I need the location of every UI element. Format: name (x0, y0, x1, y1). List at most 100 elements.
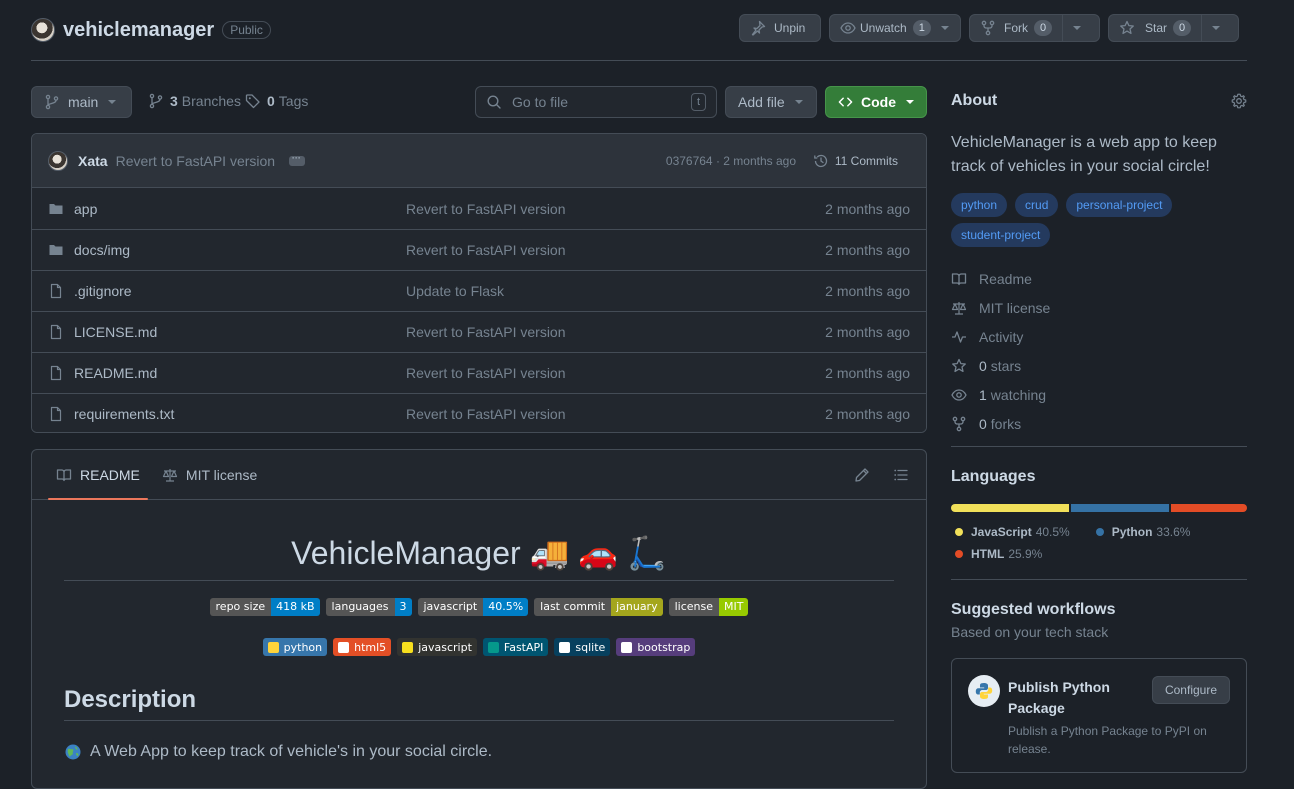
tags-link[interactable]: 0 Tags (245, 93, 308, 109)
watching-link[interactable]: 1 watching (951, 380, 1247, 409)
star-button[interactable]: Star 0 (1109, 15, 1201, 41)
unwatch-button[interactable]: Unwatch 1 (829, 14, 961, 42)
add-file-button[interactable]: Add file (725, 86, 817, 118)
file-name[interactable]: README.md (74, 365, 157, 381)
shield-badge[interactable]: repo size 418 kB (209, 598, 320, 616)
tab-readme[interactable]: README (48, 450, 148, 500)
file-row[interactable]: docs/img Revert to FastAPI version 2 month… (32, 229, 926, 270)
topic-tag[interactable]: python (951, 193, 1008, 217)
language-bar-segment (1071, 504, 1170, 512)
file-row[interactable]: requirements.txt Revert to FastAPI versio… (32, 393, 926, 432)
pulse-icon (952, 330, 966, 343)
gear-icon[interactable] (1231, 93, 1247, 109)
file-name[interactable]: .gitignore (74, 283, 132, 299)
owner-avatar[interactable] (31, 18, 55, 42)
ellipsis-icon[interactable] (289, 150, 306, 166)
meta-label: Readme (979, 270, 1032, 287)
chevron-down-icon (1073, 26, 1082, 30)
languages-heading: Languages (951, 468, 1036, 485)
readme-badges: repo size 418 kB languages 3 javascript 40.5%… (32, 598, 926, 616)
tech-badge[interactable]: bootstrap (616, 638, 696, 656)
meta-label: Activity (979, 328, 1024, 345)
license-link[interactable]: MIT license (951, 293, 1247, 322)
tab-license[interactable]: MIT license (154, 450, 265, 499)
sqlite-icon (559, 641, 571, 653)
file-commit-message[interactable]: Revert to FastAPI version (406, 242, 566, 258)
file-name[interactable]: app (74, 201, 97, 217)
file-name[interactable]: requirements.txt (74, 406, 174, 422)
file-icon (48, 406, 64, 422)
list-icon[interactable] (893, 467, 909, 483)
file-commit-message[interactable]: Revert to FastAPI version (406, 324, 566, 340)
topic-tag[interactable]: crud (1015, 193, 1059, 217)
file-row[interactable]: LICENSE.md Revert to FastAPI version 2 mon… (32, 311, 926, 352)
language-item[interactable]: JavaScript 40.5% (951, 521, 1070, 543)
star-label: Star (1145, 21, 1168, 35)
commits-count: 11 Commits (834, 153, 898, 168)
language-item[interactable]: Python 33.6% (1092, 521, 1190, 543)
readme-link[interactable]: Readme (951, 264, 1247, 293)
shield-badge[interactable]: license MIT (668, 598, 749, 616)
tech-badge[interactable]: javascript (397, 638, 477, 656)
repo-name[interactable]: vehiclemanager (63, 19, 214, 42)
shield-badge[interactable]: languages 3 (325, 598, 412, 616)
activity-link[interactable]: Activity (951, 322, 1247, 351)
shield-badge[interactable]: javascript 40.5% (417, 598, 529, 616)
commit-author[interactable]: Xata (78, 153, 108, 169)
file-row[interactable]: .gitignore Update to Flask 2 months ago (32, 270, 926, 311)
file-commit-message[interactable]: Update to Flask (406, 283, 504, 299)
file-row[interactable]: app Revert to FastAPI version 2 months ago (32, 188, 926, 229)
pin-icon (751, 20, 766, 36)
language-item[interactable]: HTML 25.9% (951, 543, 1042, 565)
code-label: Code (861, 94, 896, 110)
badge-label: license (668, 598, 719, 616)
configure-button[interactable]: Configure (1151, 676, 1230, 704)
workflows-subheading: Based on your tech stack (951, 624, 1109, 640)
file-name[interactable]: docs/img (74, 242, 130, 258)
unpin-button[interactable]: Unpin (739, 14, 821, 42)
badge-value: january (611, 598, 663, 616)
tech-badge[interactable]: FastAPI (482, 638, 549, 656)
shield-badge[interactable]: last commit january (534, 598, 663, 616)
commits-link[interactable]: 11 Commits (813, 153, 898, 169)
star-options-button[interactable] (1202, 15, 1230, 41)
file-commit-message[interactable]: Revert to FastAPI version (406, 201, 566, 217)
tech-badge[interactable]: python (262, 638, 328, 656)
law-icon (162, 468, 178, 482)
description-paragraph: A Web App to keep track of vehicle's in … (64, 743, 492, 761)
tags-label: Tags (278, 93, 309, 109)
tab-license-label: MIT license (185, 466, 258, 483)
file-name[interactable]: LICENSE.md (74, 324, 157, 340)
book-icon (951, 272, 967, 285)
tech-badge[interactable]: sqlite (554, 638, 611, 656)
python-icon (267, 641, 279, 653)
commit-author-avatar[interactable] (48, 150, 68, 171)
topic-tag[interactable]: personal-project (1066, 193, 1173, 217)
pencil-icon[interactable] (854, 467, 870, 483)
badge-value: 40.5% (483, 598, 529, 616)
file-row[interactable]: README.md Revert to FastAPI version 2 mont… (32, 352, 926, 393)
chevron-down-icon[interactable] (940, 26, 949, 30)
topic-tag[interactable]: student-project (951, 223, 1051, 247)
bootstrap-icon (621, 641, 633, 653)
fork-options-button[interactable] (1063, 15, 1091, 41)
branch-select[interactable]: main (31, 86, 132, 118)
branch-name: main (68, 94, 99, 110)
sidebar-divider (951, 446, 1247, 447)
code-button[interactable]: Code (825, 86, 927, 118)
commit-sha-time[interactable]: 0376764 · 2 months ago (666, 154, 796, 168)
file-commit-message[interactable]: Revert to FastAPI version (406, 365, 566, 381)
file-date: 2 months ago (825, 200, 910, 217)
meta-label: watching (990, 386, 1047, 403)
tech-badge[interactable]: html5 (333, 638, 392, 656)
star-count: 0 (1173, 20, 1192, 36)
commit-message[interactable]: Revert to FastAPI version (116, 153, 276, 169)
add-file-label: Add file (738, 94, 785, 110)
branches-link[interactable]: 3 Branches (148, 93, 241, 109)
stars-link[interactable]: 0 stars (951, 351, 1247, 380)
badge-label: javascript (417, 598, 484, 616)
file-commit-message[interactable]: Revert to FastAPI version (406, 406, 566, 422)
go-to-file-input[interactable]: Go to file t (475, 86, 717, 118)
fork-button[interactable]: Fork 0 (970, 15, 1062, 41)
forks-link[interactable]: 0 forks (951, 409, 1247, 438)
